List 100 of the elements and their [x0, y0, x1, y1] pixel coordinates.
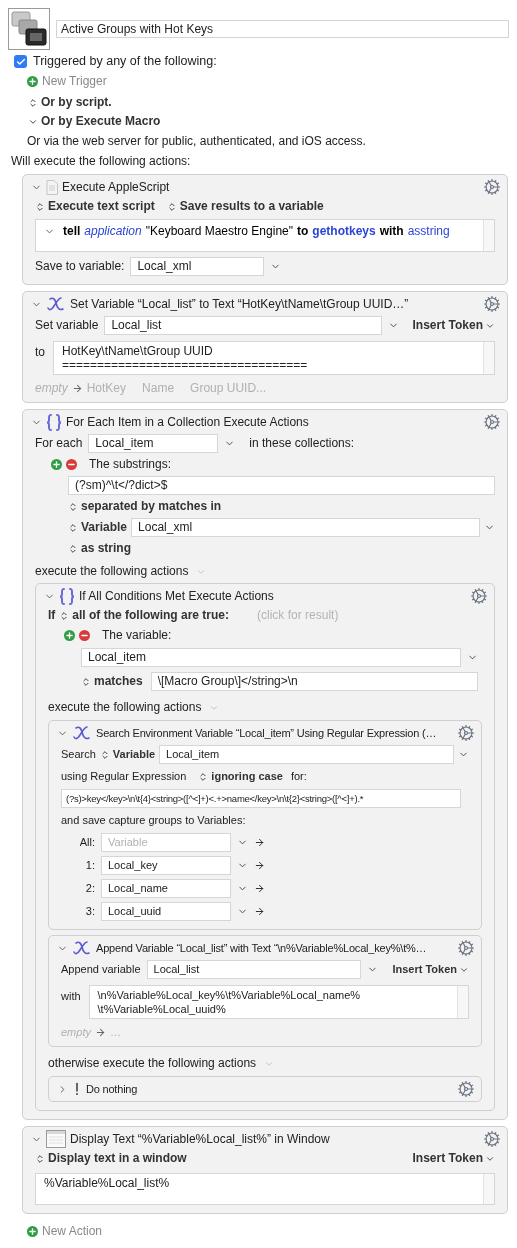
- variable-field[interactable]: Local_name: [101, 879, 231, 898]
- field-label: Set variable: [35, 318, 99, 333]
- script-editor[interactable]: tell application "Keyboard Maestro Engine" to gethotkeys with asstring: [35, 219, 495, 252]
- new-trigger-button[interactable]: New Trigger: [27, 74, 509, 89]
- scrollbar-track: [483, 342, 494, 374]
- checkbox[interactable]: [14, 55, 27, 68]
- popup-menu[interactable]: matches: [81, 674, 143, 689]
- variable-field[interactable]: (?sm)^\t</?dict>$: [68, 476, 495, 495]
- action-title: Display Text “%Variable%Local_list%” in Window: [70, 1131, 330, 1147]
- up-down-arrows-icon: [68, 543, 78, 554]
- up-down-arrows-icon: [28, 97, 38, 108]
- popup-menu[interactable]: Or by script.: [28, 95, 509, 110]
- regex-field[interactable]: (?s)>key</key>\n\t{4}<string>([^<]+)<.+>name</key>\n\t{2}<string>([^<]+).*: [61, 789, 461, 808]
- variable-field[interactable]: Local_xml: [131, 518, 480, 537]
- variable-field[interactable]: Local_item: [81, 648, 461, 667]
- variable-field[interactable]: \[Macro Group\]</string>\n: [150, 672, 478, 691]
- scrollbar-track: [483, 220, 494, 251]
- variable-field[interactable]: Local_key: [101, 856, 231, 875]
- field-label: with: [61, 989, 81, 1004]
- add-icon: [27, 1226, 38, 1237]
- add-icon[interactable]: [51, 459, 62, 470]
- variable-field[interactable]: Local_item: [88, 434, 219, 453]
- disclosure-button[interactable]: Or by Execute Macro: [28, 114, 509, 129]
- add-icon[interactable]: [64, 630, 75, 641]
- script-line: tell application "Keyboard Maestro Engine" to gethotkeys with asstring: [63, 224, 450, 239]
- arrow-right-icon[interactable]: [254, 860, 265, 871]
- add-icon: [27, 76, 38, 87]
- popup-menu[interactable]: as string: [68, 541, 495, 556]
- field-label: and save capture groups to Variables:: [61, 813, 247, 828]
- insert-token-menu[interactable]: Insert Token: [412, 1151, 495, 1166]
- text-area[interactable]: HotKey\tName\tGroup UUID ===================================: [53, 341, 495, 375]
- arrow-right-icon: [94, 1027, 106, 1038]
- settings-gear-icon[interactable]: [483, 413, 501, 431]
- window-icon: [46, 1130, 66, 1148]
- new-action-button[interactable]: New Action: [27, 1224, 509, 1239]
- preview-text: Name: [142, 381, 175, 396]
- action-title: For Each Item in a Collection Execute Actions: [66, 414, 309, 430]
- popup-menu[interactable]: separated by matches in: [68, 499, 495, 514]
- collection-label: The substrings:: [89, 457, 172, 472]
- popup-menu[interactable]: Variable: [99, 747, 156, 762]
- field-label: Search: [61, 747, 96, 762]
- remove-icon[interactable]: [66, 459, 77, 470]
- macro-name-field[interactable]: Active Groups with Hot Keys: [56, 20, 509, 38]
- insert-token-menu[interactable]: Insert Token: [412, 318, 495, 333]
- field-label: using Regular Expression: [61, 769, 187, 784]
- field-label: for:: [290, 769, 307, 784]
- text-line: \t%Variable%Local_uuid%: [97, 1002, 227, 1016]
- remove-icon[interactable]: [79, 630, 90, 641]
- arrow-right-icon[interactable]: [254, 883, 265, 894]
- braces-icon: [59, 587, 75, 605]
- scrollbar-track: [457, 986, 468, 1018]
- variable-field[interactable]: Local_item: [159, 745, 454, 764]
- insert-token-menu[interactable]: Insert Token: [392, 962, 469, 977]
- text-area[interactable]: \n%Variable%Local_key%\t%Variable%Local_name% \t%Variable%Local_uuid%: [88, 985, 469, 1019]
- group-label: 3:: [84, 904, 95, 919]
- field-label: to: [35, 345, 45, 360]
- variable-field[interactable]: Local_uuid: [101, 902, 231, 921]
- field-label: If: [48, 608, 56, 623]
- popup-menu[interactable]: all of the following are true:: [59, 608, 230, 623]
- group-label: All:: [78, 835, 95, 850]
- script-x-icon: [72, 940, 92, 956]
- popup-menu[interactable]: Execute text script: [35, 199, 155, 214]
- popup-menu[interactable]: Variable: [68, 520, 128, 535]
- empty-label: empty: [61, 1025, 91, 1040]
- settings-gear-icon[interactable]: [483, 1130, 501, 1148]
- braces-icon: [46, 413, 62, 431]
- macro-group-icon[interactable]: [8, 8, 50, 50]
- checkbox-label: Triggered by any of the following:: [33, 54, 217, 69]
- group-label: 2:: [84, 881, 95, 896]
- web-server-note: Or via the web server for public, authenticated, and iOS access.: [27, 134, 367, 149]
- up-down-arrows-icon: [35, 1153, 45, 1164]
- settings-gear-icon[interactable]: [470, 587, 488, 605]
- action-title: Set Variable “Local_list” to Text “HotKey\tName\tGroup UUID…”: [70, 296, 409, 312]
- settings-gear-icon[interactable]: [457, 724, 475, 742]
- section-heading: Will execute the following actions:: [11, 154, 192, 169]
- text-area[interactable]: %Variable%Local_list%: [35, 1173, 495, 1205]
- preview-text: Group UUID...: [190, 381, 267, 396]
- variable-field[interactable]: Local_list: [104, 316, 382, 335]
- up-down-arrows-icon: [198, 771, 209, 782]
- empty-label: empty: [35, 381, 68, 396]
- variable-field[interactable]: Local_xml: [130, 257, 265, 276]
- arrow-right-icon[interactable]: [254, 906, 265, 917]
- settings-gear-icon[interactable]: [483, 178, 501, 196]
- arrow-right-icon[interactable]: [254, 837, 265, 848]
- popup-menu[interactable]: Display text in a window: [35, 1151, 187, 1166]
- field-label: in these collections:: [249, 436, 355, 451]
- section-label: execute the following actions: [35, 564, 189, 579]
- settings-gear-icon[interactable]: [483, 295, 501, 313]
- settings-gear-icon[interactable]: [457, 939, 475, 957]
- popup-menu[interactable]: Save results to a variable: [166, 199, 324, 214]
- script-x-icon: [46, 296, 66, 312]
- document-icon: [46, 179, 58, 195]
- popup-menu[interactable]: ignoring case: [198, 769, 283, 784]
- preview-text: …: [109, 1025, 121, 1040]
- settings-gear-icon[interactable]: [457, 1080, 475, 1098]
- group-label: 1:: [84, 858, 95, 873]
- field-label: Append variable: [61, 962, 141, 977]
- action-title: Execute AppleScript: [62, 179, 170, 195]
- variable-field[interactable]: Local_list: [146, 960, 362, 979]
- section-label: otherwise execute the following actions: [48, 1056, 257, 1071]
